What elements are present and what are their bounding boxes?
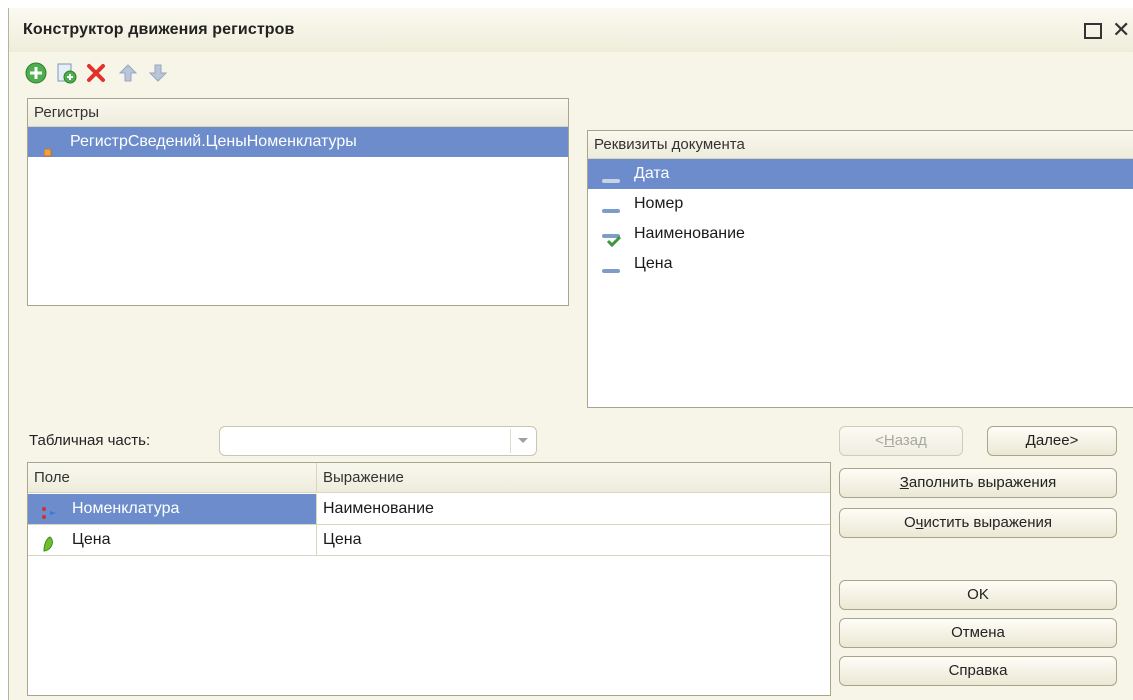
column-expression[interactable]: Выражение: [316, 463, 830, 493]
add-copy-icon[interactable]: [53, 60, 79, 86]
attribute-label: Дата: [634, 165, 670, 182]
register-item[interactable]: РегистрСведений.ЦеныНоменклатуры: [28, 127, 568, 157]
window-title: Конструктор движения регистров: [23, 21, 295, 38]
attribute-item[interactable]: Наименование: [588, 219, 1133, 249]
attributes-header: Реквизиты документа: [588, 131, 1133, 159]
attribute-label: Номер: [634, 195, 684, 212]
register-item-label: РегистрСведений.ЦеныНоменклатуры: [70, 133, 357, 150]
tabular-label: Табличная часть:: [29, 432, 151, 449]
tabular-select[interactable]: [219, 426, 537, 456]
field-label: Цена: [72, 531, 111, 548]
expression-cell[interactable]: Наименование: [316, 494, 830, 524]
close-icon[interactable]: ✕: [1112, 19, 1132, 41]
add-icon[interactable]: [23, 60, 49, 86]
move-up-icon[interactable]: [115, 60, 141, 86]
attribute-item[interactable]: Цена: [588, 249, 1133, 279]
expression-cell[interactable]: Цена: [316, 525, 830, 555]
fields-table: Поле Выражение Номенклатура Наименование…: [27, 462, 831, 696]
delete-icon[interactable]: [83, 60, 109, 86]
field-cell[interactable]: Цена: [28, 525, 316, 555]
back-button[interactable]: <Назад: [839, 426, 963, 456]
clear-expressions-button[interactable]: Очистить выражения: [839, 508, 1117, 538]
table-row[interactable]: Цена Цена: [28, 525, 830, 556]
attributes-panel: Реквизиты документа Дата Номер Наименова…: [587, 130, 1133, 408]
registers-panel: Регистры РегистрСведений.ЦеныНоменклатур…: [27, 98, 569, 306]
field-label: Номенклатура: [72, 500, 180, 517]
fill-expressions-button[interactable]: Заполнить выражения: [839, 468, 1117, 498]
register-icon: [43, 138, 52, 168]
attribute-label: Цена: [634, 255, 673, 272]
registers-header: Регистры: [28, 99, 568, 127]
table-row[interactable]: Номенклатура Наименование: [28, 494, 830, 525]
attribute-label: Наименование: [634, 225, 745, 242]
maximize-icon[interactable]: [1084, 23, 1102, 39]
resource-icon: [40, 533, 56, 563]
cancel-button[interactable]: Отмена: [839, 618, 1117, 648]
dialog-window: Конструктор движения регистров ✕ Регистр…: [8, 8, 1133, 700]
field-cell[interactable]: Номенклатура: [28, 494, 316, 524]
next-button[interactable]: Далее>: [987, 426, 1117, 456]
move-down-icon[interactable]: [145, 60, 171, 86]
chevron-down-icon[interactable]: [510, 429, 534, 453]
attribute-icon: [600, 258, 622, 288]
column-field[interactable]: Поле: [28, 463, 316, 493]
help-button[interactable]: Справка: [839, 656, 1117, 686]
table-header: Поле Выражение: [28, 463, 830, 493]
attribute-item[interactable]: Дата: [588, 159, 1133, 189]
attribute-item[interactable]: Номер: [588, 189, 1133, 219]
title-bar: Конструктор движения регистров ✕: [9, 8, 1133, 52]
ok-button[interactable]: OK: [839, 580, 1117, 610]
